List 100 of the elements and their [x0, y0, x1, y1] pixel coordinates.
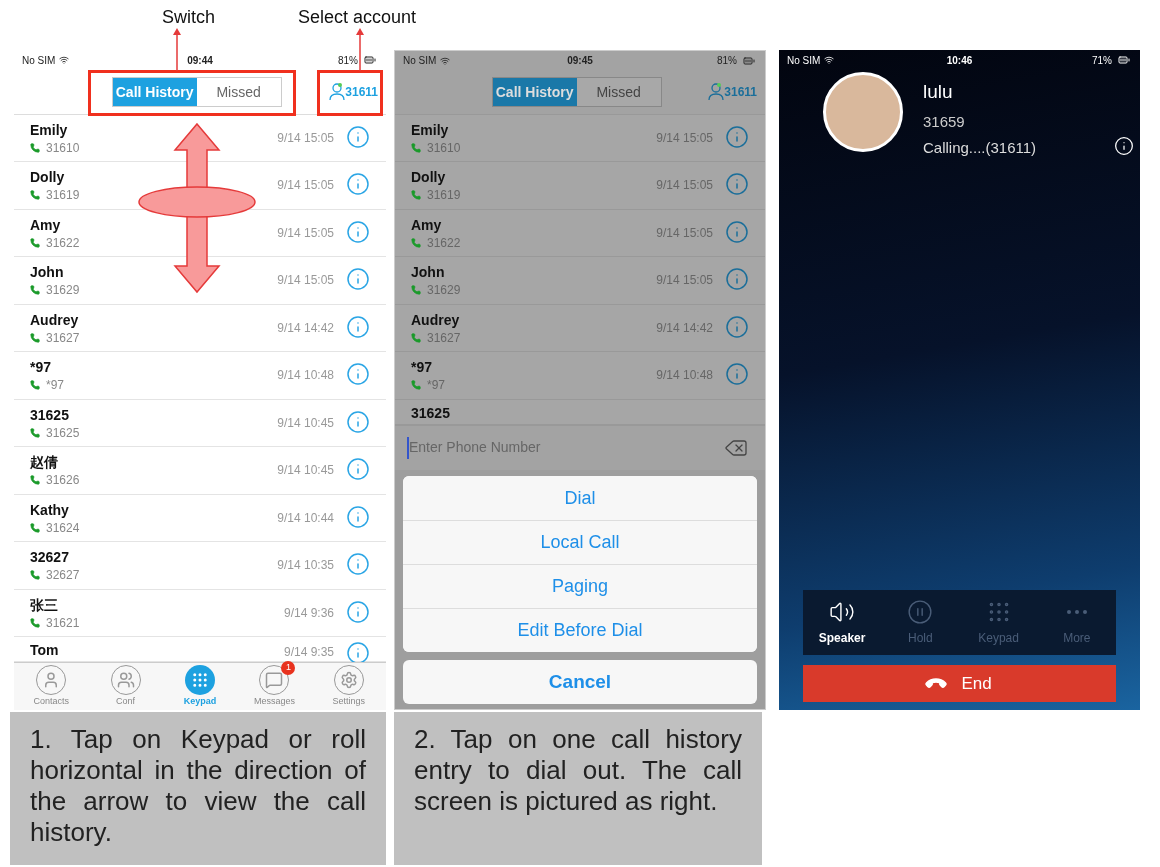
contact-name: 31625: [411, 403, 451, 422]
call-control-button[interactable]: More: [1037, 590, 1116, 655]
clock-label: 09:44: [187, 53, 213, 68]
call-time: 9/14 15:05: [656, 272, 713, 290]
battery-icon: [741, 54, 757, 67]
call-time: 9/14 10:35: [277, 557, 334, 575]
battery-icon: [1116, 54, 1132, 66]
annotation-label: Select account: [298, 6, 417, 29]
contact-number: 31610: [427, 139, 461, 157]
contact-name: Audrey: [30, 310, 80, 329]
tab-icon: [339, 670, 358, 689]
caller-number: 31659: [923, 111, 966, 132]
cancel-button[interactable]: Cancel: [403, 660, 757, 704]
tab-bar-item[interactable]: Keypad: [162, 663, 238, 710]
phone-icon: [30, 427, 40, 438]
contact-name: Dolly: [30, 168, 66, 187]
contact-number: 31622: [46, 234, 80, 252]
end-call-button[interactable]: End: [803, 665, 1116, 702]
phone-icon: [30, 522, 40, 533]
contact-name: Dolly: [411, 168, 447, 187]
phone-icon: [30, 332, 40, 343]
call-control-button[interactable]: Keypad: [959, 590, 1038, 655]
battery-label: 71%: [1091, 53, 1112, 68]
carrier-label: No SIM: [22, 53, 56, 68]
contact-number: 31624: [46, 519, 80, 537]
contact-name: John: [30, 263, 65, 282]
contact-number: 31619: [46, 187, 80, 205]
caller-name: lulu: [923, 80, 954, 104]
contact-name: Kathy: [30, 500, 70, 519]
call-time: 9/14 15:05: [656, 224, 713, 242]
call-time: 9/14 15:05: [277, 272, 334, 290]
phone-icon: [411, 285, 421, 296]
segment-tab[interactable]: Missed: [576, 78, 661, 107]
contact-number: 31610: [46, 140, 80, 157]
call-time: 9/14 15:05: [277, 130, 334, 147]
segment-tab[interactable]: Call History: [492, 78, 577, 107]
call-status: Calling....(31611): [923, 138, 1038, 158]
tab-bar-item[interactable]: Contacts: [14, 663, 89, 710]
contact-name: 31625: [30, 405, 70, 424]
wifi-icon: [440, 55, 451, 66]
tab-icon: [191, 670, 209, 689]
contact-name: 赵倩: [30, 453, 59, 472]
phone-icon: [411, 190, 421, 201]
phone-icon: [30, 237, 40, 248]
battery-label: 81%: [716, 54, 737, 69]
phone-icon: [411, 237, 421, 248]
phone-icon: [30, 190, 40, 201]
contact-number: 31625: [46, 424, 80, 442]
carrier-label: No SIM: [403, 54, 437, 69]
contact-number: 31627: [46, 329, 80, 347]
call-control-button[interactable]: Hold: [881, 590, 960, 655]
phone-icon: [30, 380, 40, 391]
annotation-label: Switch: [162, 6, 215, 29]
call-time: 9/14 10:48: [277, 367, 334, 385]
pointer-arrow: [173, 28, 181, 71]
phone-icon: [30, 617, 40, 628]
caption-text: 1. Tap on Keypad or roll horizontal in the direction of the arrow to view the call history.: [10, 712, 386, 865]
pointer-arrow: [356, 28, 364, 71]
clock-label: 10:46: [946, 53, 973, 68]
person-icon: [708, 82, 725, 103]
wifi-icon: [824, 55, 835, 65]
contact-number: *97: [427, 377, 446, 395]
highlight-frame: [317, 70, 383, 116]
contact-number: 31629: [46, 282, 80, 300]
contact-name: Emily: [411, 120, 450, 139]
contact-number: 31629: [427, 282, 461, 300]
action-option[interactable]: Edit Before Dial: [403, 608, 757, 652]
control-icon: [1065, 608, 1088, 615]
call-time: 9/14 15:05: [277, 177, 334, 195]
phone-icon: [411, 332, 421, 343]
battery-icon: [362, 54, 378, 66]
call-time: 9/14 9:35: [283, 644, 334, 661]
contact-number: *97: [46, 377, 65, 395]
wifi-icon: [59, 55, 70, 65]
call-time: 9/14 10:48: [656, 367, 713, 385]
call-time: 9/14 14:42: [277, 319, 334, 337]
call-time: 9/14 10:44: [277, 509, 334, 527]
tab-bar-item[interactable]: Conf: [88, 663, 163, 710]
call-control-button[interactable]: Speaker: [803, 590, 882, 655]
phone-icon: [411, 380, 421, 391]
segment-tab[interactable]: Call History: [112, 78, 197, 106]
phone-icon: [30, 475, 40, 486]
caption-text: 2. Tap on one call history entry to dial out. The call screen is pictured as right.: [394, 712, 762, 865]
clock-label: 09:45: [567, 54, 593, 69]
contact-name: 张三: [30, 595, 59, 614]
contact-name: Emily: [30, 121, 69, 139]
contact-name: John: [411, 263, 446, 282]
tab-bar-item[interactable]: Settings: [311, 663, 387, 710]
contact-number: 31619: [427, 187, 461, 205]
call-time: 9/14 10:45: [277, 462, 334, 480]
account-selector[interactable]: 31611: [329, 82, 378, 102]
tab-icon: [116, 670, 135, 689]
call-time: 9/14 15:05: [277, 224, 334, 242]
tab-bar-item[interactable]: 1 Messages: [237, 663, 312, 710]
phone-icon: [30, 570, 40, 581]
account-selector[interactable]: 31611: [708, 82, 757, 103]
contact-name: Amy: [411, 215, 443, 234]
contact-name: Amy: [30, 215, 62, 234]
call-time: 9/14 14:42: [656, 319, 713, 337]
phone-number-field[interactable]: Enter Phone Number: [395, 424, 765, 470]
